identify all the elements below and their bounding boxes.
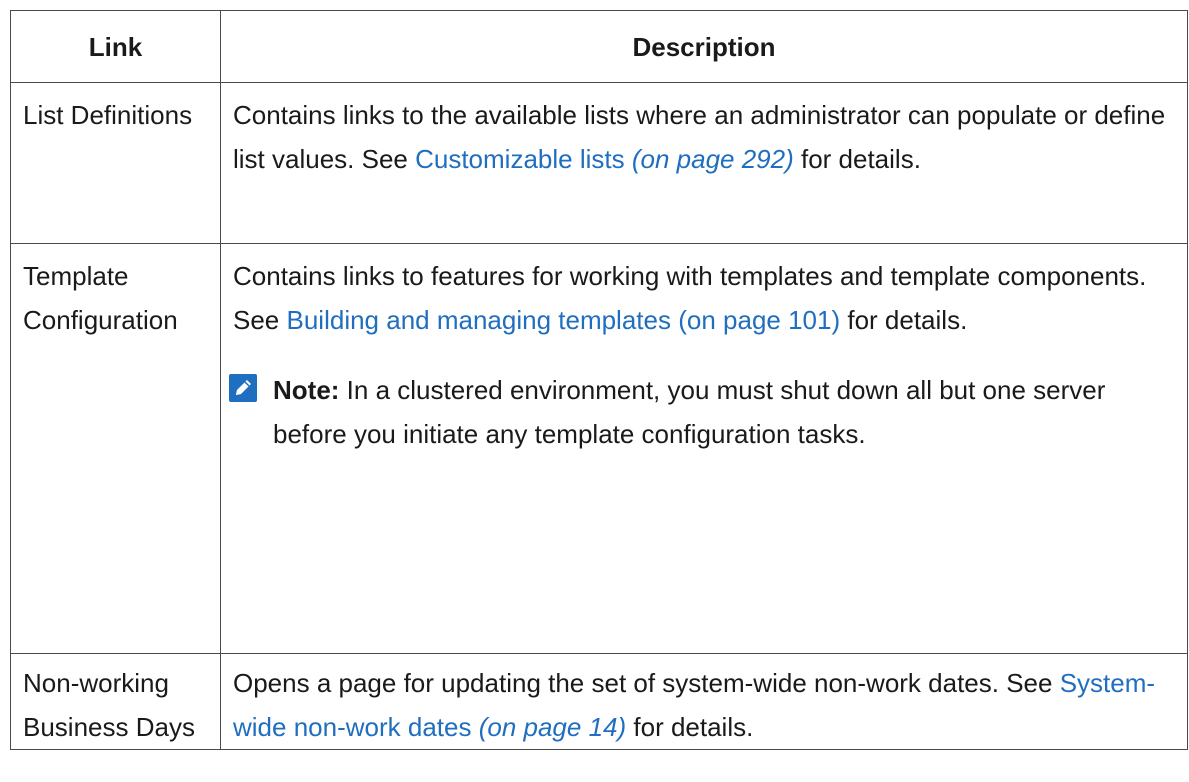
- description-suffix: for details.: [626, 712, 754, 742]
- link-name: Non-working Business Days: [23, 668, 195, 742]
- table-row: Non-working Business Days Opens a page f…: [10, 653, 1188, 750]
- link-cell: Non-working Business Days: [10, 653, 221, 750]
- xref-page-ref: (on page 14): [478, 712, 627, 742]
- column-header-link: Link: [10, 10, 221, 83]
- link-name: Template Configuration: [23, 261, 178, 335]
- description-text: Opens a page for updating the set of sys…: [233, 668, 1060, 698]
- table-row: Template Configuration Contains links to…: [10, 243, 1188, 654]
- xref-label: Customizable lists: [415, 144, 625, 174]
- table-header-row: Link Description: [10, 10, 1188, 83]
- description-cell: Opens a page for updating the set of sys…: [220, 653, 1188, 750]
- link-cell: List Definitions: [10, 82, 221, 244]
- xref-page-ref: (on page 292): [631, 144, 794, 174]
- column-header-description: Description: [220, 10, 1188, 83]
- link-cell: Template Configuration: [10, 243, 221, 654]
- xref-page-ref: (on page 101): [678, 305, 841, 335]
- xref-building-templates-link[interactable]: Building and managing templates (on page…: [287, 305, 841, 335]
- description-cell: Contains links to features for working w…: [220, 243, 1188, 654]
- pencil-note-icon: [227, 372, 259, 404]
- description-suffix: for details.: [793, 144, 921, 174]
- description-cell: Contains links to the available lists wh…: [220, 82, 1188, 244]
- note-label: Note:: [273, 375, 340, 405]
- xref-label: Building and managing templates: [286, 305, 671, 335]
- link-name: List Definitions: [23, 100, 193, 130]
- links-table: Link Description List Definitions Contai…: [10, 10, 1188, 750]
- xref-customizable-lists-link[interactable]: Customizable lists (on page 292): [415, 144, 794, 174]
- description-suffix: for details.: [840, 305, 968, 335]
- table-row: List Definitions Contains links to the a…: [10, 82, 1188, 244]
- note-callout: Note: In a clustered environment, you mu…: [229, 368, 1175, 456]
- note-text: In a clustered environment, you must shu…: [273, 375, 1106, 449]
